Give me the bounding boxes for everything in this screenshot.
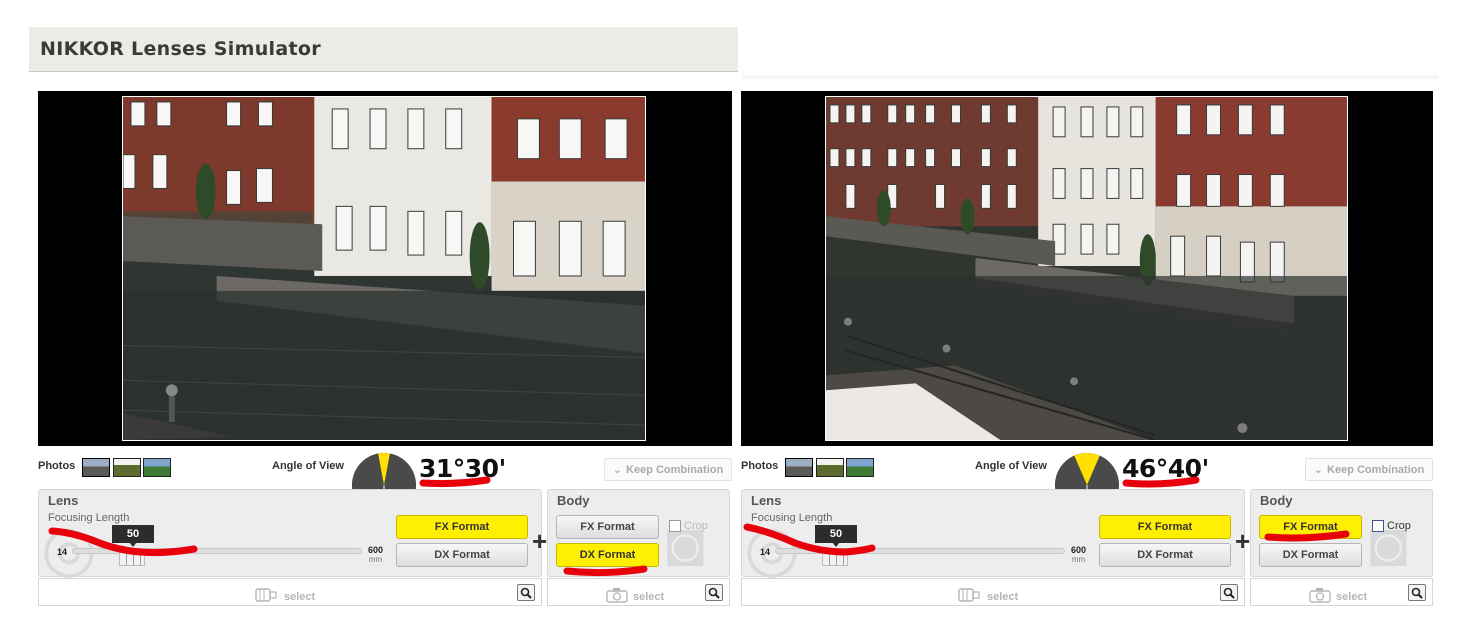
thumbnail-selected-caret: [95, 458, 101, 459]
keep-combination-chevron-icon: ⌄: [612, 464, 623, 476]
focal-length-unit: mm: [1071, 555, 1086, 564]
magnifier-icon: [1411, 587, 1423, 599]
focal-length-max-value: 600: [1071, 545, 1087, 555]
lens-select-label: select: [284, 590, 316, 603]
keep-combination-button[interactable]: ⌄ Keep Combination: [1305, 458, 1433, 481]
camera-icon: [1309, 587, 1331, 606]
lens-fx-format-button[interactable]: FX Format: [1099, 515, 1231, 539]
angle-of-view-value: 31°30': [419, 454, 506, 483]
simulator-right: Photos Angle of View 46°40' ⌄ Keep Combi…: [741, 91, 1433, 611]
lens-select[interactable]: select: [255, 587, 315, 606]
thumbnail-selected-caret: [798, 458, 804, 459]
focal-length-slider-handle[interactable]: [119, 552, 145, 566]
image-viewer: [741, 91, 1433, 446]
body-search-button[interactable]: [1408, 584, 1426, 601]
photo-thumbnail-landscape[interactable]: [113, 458, 141, 477]
body-select-label: select: [1336, 590, 1368, 603]
body-panel: ◙ Body FX Format DX Format Crop: [1250, 489, 1433, 577]
body-select-label: select: [633, 590, 665, 603]
title-bar: NIKKOR Lenses Simulator: [29, 27, 738, 72]
angle-of-view-value: 46°40': [1122, 454, 1209, 483]
focal-length-pointer: [129, 542, 137, 547]
body-panel: ◙ Body FX Format DX Format Crop: [547, 489, 730, 577]
lens-icon: [255, 587, 279, 606]
angle-of-view-label: Angle of View: [975, 460, 1047, 472]
plus-sign: +: [1235, 526, 1251, 556]
crop-label: Crop: [1387, 520, 1411, 532]
keep-combination-label: Keep Combination: [626, 463, 724, 476]
lens-select[interactable]: select: [958, 587, 1018, 606]
keep-combination-label: Keep Combination: [1327, 463, 1425, 476]
body-search-button[interactable]: [705, 584, 723, 601]
focal-length-min: 14: [57, 547, 68, 557]
crop-checkbox-box[interactable]: [1372, 520, 1384, 532]
lens-panel: ◎ Lens Focusing Length 50 14 600 mm FX F…: [741, 489, 1245, 580]
focal-length-max: 600 mm: [368, 545, 384, 565]
canal-scene: [123, 97, 645, 440]
lens-icon: [958, 587, 982, 606]
body-fx-format-button[interactable]: FX Format: [556, 515, 659, 539]
angle-of-view-label: Angle of View: [272, 460, 344, 472]
photos-label: Photos: [38, 460, 76, 472]
lens-fx-format-button[interactable]: FX Format: [396, 515, 528, 539]
body-select[interactable]: select: [1309, 587, 1367, 606]
lens-select-box[interactable]: select: [741, 578, 1245, 606]
page-title: NIKKOR Lenses Simulator: [40, 38, 321, 60]
photo-thumbnail-field[interactable]: [143, 458, 171, 477]
body-select[interactable]: select: [606, 587, 664, 606]
focal-length-slider-track[interactable]: [72, 548, 362, 554]
lens-title: Lens: [751, 493, 782, 508]
plus-sign: +: [532, 526, 548, 556]
crop-label: Crop: [684, 520, 708, 532]
photo-thumbnail-canal[interactable]: [82, 458, 110, 477]
magnifier-icon: [708, 587, 720, 599]
nikkor-simulator-page: NIKKOR Lenses Simulator Photos Angle of …: [0, 0, 1462, 632]
photos-label: Photos: [741, 460, 779, 472]
crop-checkbox-box[interactable]: [669, 520, 681, 532]
crop-checkbox[interactable]: Crop: [669, 520, 708, 532]
simulator-left: Photos Angle of View 31°30' ⌄ Keep Combi…: [38, 91, 732, 611]
lens-dx-format-button[interactable]: DX Format: [396, 543, 528, 567]
sample-photo: [825, 96, 1348, 441]
focal-length-value: 50: [815, 525, 857, 543]
canal-scene-wide: [826, 97, 1347, 440]
body-select-box[interactable]: select: [1250, 578, 1433, 606]
focal-length-pointer: [832, 542, 840, 547]
body-title: Body: [557, 493, 590, 508]
photo-thumbnail-field[interactable]: [846, 458, 874, 477]
body-dx-format-button[interactable]: DX Format: [556, 543, 659, 567]
image-viewer: [38, 91, 732, 446]
body-dx-format-button[interactable]: DX Format: [1259, 543, 1362, 567]
lens-select-box[interactable]: select: [38, 578, 542, 606]
keep-combination-chevron-icon: ⌄: [1313, 464, 1324, 476]
keep-combination-button[interactable]: ⌄ Keep Combination: [604, 458, 732, 481]
lens-select-label: select: [987, 590, 1019, 603]
magnifier-icon: [1223, 587, 1235, 599]
lens-panel: ◎ Lens Focusing Length 50 14 600 mm FX F…: [38, 489, 542, 580]
focal-length-slider-track[interactable]: [775, 548, 1065, 554]
lens-search-button[interactable]: [517, 584, 535, 601]
lens-title: Lens: [48, 493, 79, 508]
body-title: Body: [1260, 493, 1293, 508]
focal-length-unit: mm: [368, 555, 383, 564]
body-fx-format-button[interactable]: FX Format: [1259, 515, 1362, 539]
lens-dx-format-button[interactable]: DX Format: [1099, 543, 1231, 567]
focal-length-min: 14: [760, 547, 771, 557]
camera-icon: [606, 587, 628, 606]
focusing-length-label: Focusing Length: [48, 512, 130, 524]
photo-thumbnail-landscape[interactable]: [816, 458, 844, 477]
focal-length-max-value: 600: [368, 545, 384, 555]
photo-thumbnail-canal[interactable]: [785, 458, 813, 477]
lens-search-button[interactable]: [1220, 584, 1238, 601]
magnifier-icon: [520, 587, 532, 599]
body-select-box[interactable]: select: [547, 578, 730, 606]
focusing-length-label: Focusing Length: [751, 512, 833, 524]
crop-checkbox[interactable]: Crop: [1372, 520, 1411, 532]
focal-length-slider-handle[interactable]: [822, 552, 848, 566]
top-divider: [742, 75, 1438, 79]
focal-length-value: 50: [112, 525, 154, 543]
focal-length-max: 600 mm: [1071, 545, 1087, 565]
sample-photo: [122, 96, 646, 441]
